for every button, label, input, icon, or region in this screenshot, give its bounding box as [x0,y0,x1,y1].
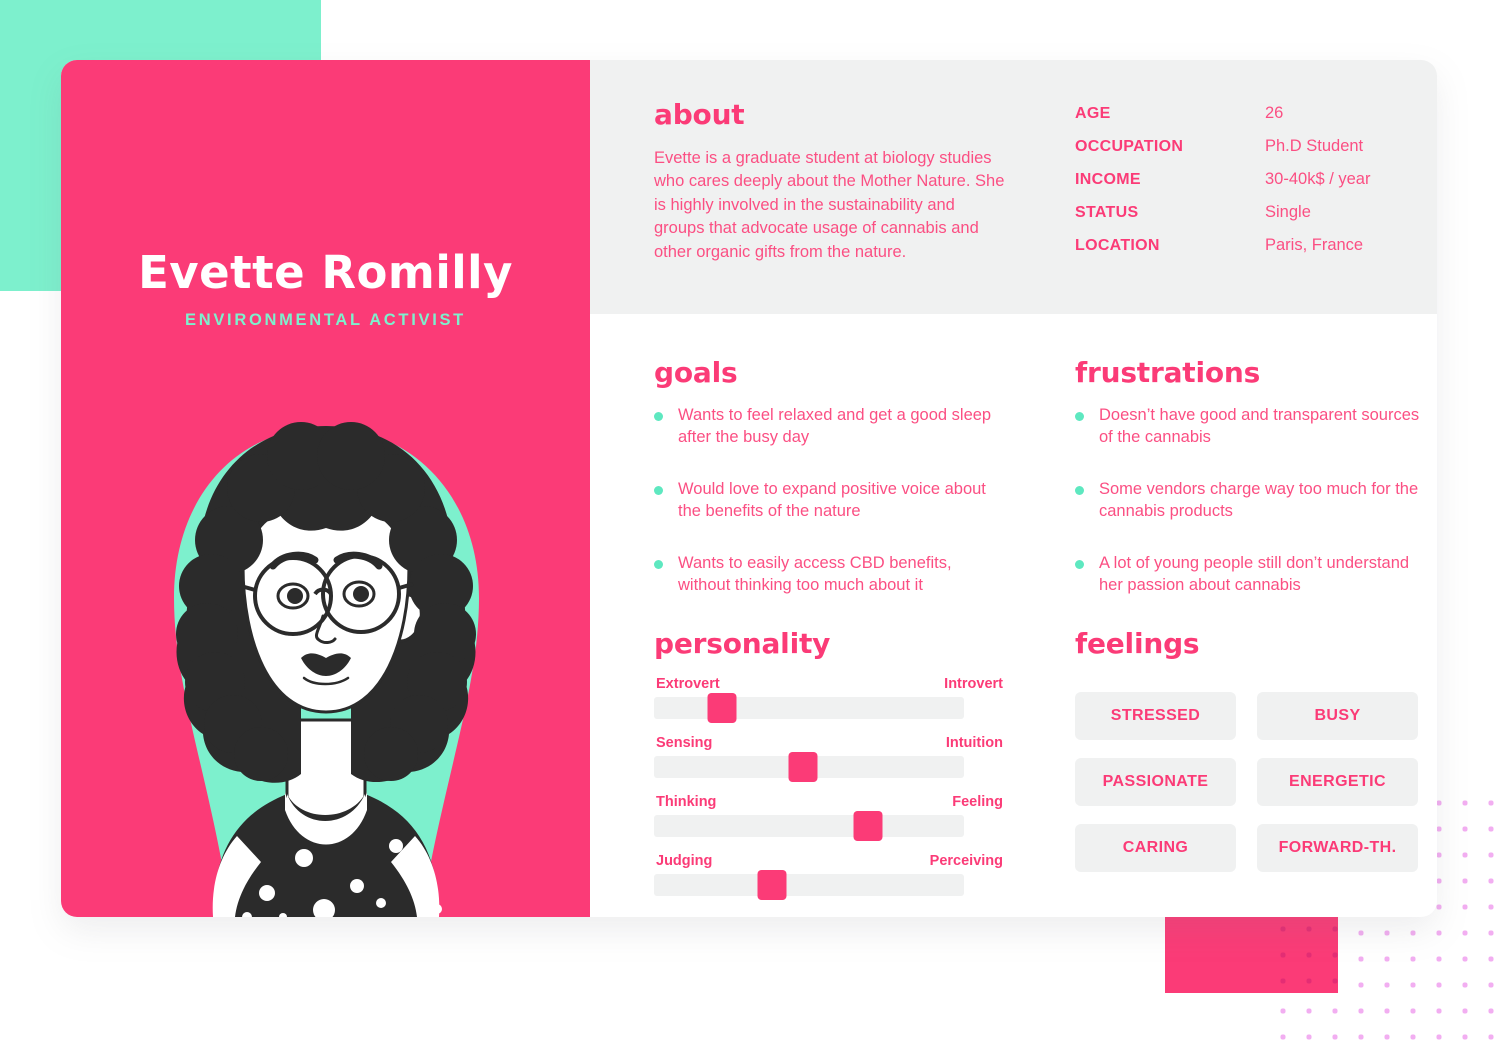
feeling-chip-busy[interactable]: BUSY [1257,691,1418,740]
slider-label-right: Intuition [945,734,1003,751]
slider-handle[interactable] [788,751,818,782]
slider-track[interactable] [654,869,964,900]
goals-list: Wants to feel relaxed and get a good sle… [654,405,1005,597]
slider-labels: Judging Perceiving [654,853,1005,869]
bullet-dot-icon [1075,485,1084,495]
demographic-label-status: STATUS [1075,204,1139,221]
slider-handle[interactable] [853,810,883,841]
feeling-chip-passionate[interactable]: PASSIONATE [1075,757,1236,806]
slider-handle[interactable] [707,692,737,723]
list-item: Doesn’t have good and transparent source… [1075,405,1437,449]
feeling-chip-forward-th[interactable]: FORWARD-TH. [1257,823,1418,872]
list-item: Some vendors charge way too much for the… [1075,479,1437,523]
persona-name: Evette Romilly [138,246,513,299]
list-item: Wants to feel relaxed and get a good sle… [654,405,1005,449]
decor-dot-pattern-overlay [1268,914,1338,993]
slider-track[interactable] [654,692,964,723]
goal-text: Wants to feel relaxed and get a good sle… [678,406,992,446]
frustrations-title: frustrations [1075,356,1261,389]
about-title: about [654,98,745,131]
goal-text: Would love to expand positive voice abou… [678,479,986,520]
slider-labels: Thinking Feeling [654,794,1005,810]
personality-slider-thinking-feeling: Thinking Feeling [654,794,1005,841]
slider-track[interactable] [654,810,964,841]
slider-label-left: Thinking [656,793,717,810]
demographic-label-age: AGE [1075,105,1111,122]
demographic-row: STATUS Single [1075,203,1437,222]
demographic-value-location: Paris, France [1265,236,1364,254]
slider-label-right: Introvert [944,675,1003,692]
demographics-section: AGE 26 OCCUPATION Ph.D Student INCOME 30… [1005,98,1437,314]
list-item: Wants to easily access CBD benefits, wit… [654,553,1005,597]
frustration-text: Some vendors charge way too much for the… [1099,479,1419,520]
feeling-chip-caring[interactable]: CARING [1075,823,1236,872]
demographic-label-occupation: OCCUPATION [1075,138,1184,155]
feeling-chip-energetic[interactable]: ENERGETIC [1257,757,1418,806]
list-item: Would love to expand positive voice abou… [654,479,1005,523]
persona-portrait-illustration [174,422,479,917]
slider-labels: Sensing Intuition [654,735,1005,751]
demographic-value-occupation: Ph.D Student [1265,137,1364,155]
slider-label-right: Feeling [952,793,1003,810]
demographic-label-income: INCOME [1075,171,1141,188]
demographic-value-status: Single [1265,203,1311,221]
personality-slider-judging-perceiving: Judging Perceiving [654,853,1005,900]
feelings-chip-group: STRESSED BUSY PASSIONATE ENERGETIC CARIN… [1075,691,1437,872]
frustration-text: Doesn’t have good and transparent source… [1099,406,1420,446]
list-item: A lot of young people still don’t unders… [1075,553,1437,597]
goals-title: goals [654,356,738,389]
persona-details-panel: about Evette is a graduate student at bi… [590,60,1437,917]
demographic-row: AGE 26 [1075,104,1437,123]
personality-title: personality [654,626,831,660]
personality-slider-sensing-intuition: Sensing Intuition [654,735,1005,782]
personality-sliders: Extrovert Introvert Sensing Intuition Th… [654,676,1005,900]
bullet-dot-icon [1075,412,1084,421]
slider-label-left: Sensing [656,734,713,751]
identity-block: Evette Romilly ENVIRONMENTAL ACTIVIST [61,250,590,330]
demographic-row: INCOME 30-40k$ / year [1075,170,1437,189]
persona-card: Evette Romilly ENVIRONMENTAL ACTIVIST ab… [61,60,1437,917]
personality-slider-extrovert-introvert: Extrovert Introvert [654,676,1005,723]
slider-labels: Extrovert Introvert [654,676,1005,692]
feeling-chip-stressed[interactable]: STRESSED [1075,691,1236,740]
slider-label-left: Extrovert [656,675,720,692]
about-band: about Evette is a graduate student at bi… [590,60,1437,314]
bullet-dot-icon [654,412,663,421]
bullet-dot-icon [654,485,663,495]
about-section: about Evette is a graduate student at bi… [590,98,1005,314]
frustrations-list: Doesn’t have good and transparent source… [1075,405,1437,597]
slider-handle[interactable] [757,869,787,900]
bullet-dot-icon [1075,559,1084,569]
goals-and-personality-column: goals Wants to feel relaxed and get a go… [590,356,1005,917]
slider-label-right: Perceiving [929,852,1003,869]
persona-identity-panel: Evette Romilly ENVIRONMENTAL ACTIVIST [61,60,590,917]
about-text: Evette is a graduate student at biology … [654,149,1005,261]
feelings-title: feelings [1075,626,1200,660]
demographic-label-location: LOCATION [1075,237,1160,254]
lower-band: goals Wants to feel relaxed and get a go… [590,314,1437,917]
goal-text: Wants to easily access CBD benefits, wit… [678,553,952,594]
demographic-value-income: 30-40k$ / year [1265,170,1371,188]
frustrations-and-feelings-column: frustrations Doesn’t have good and trans… [1005,356,1437,917]
bullet-dot-icon [654,559,663,569]
persona-role: ENVIRONMENTAL ACTIVIST [185,311,466,329]
demographic-row: LOCATION Paris, France [1075,236,1437,255]
demographic-value-age: 26 [1265,104,1284,122]
demographic-row: OCCUPATION Ph.D Student [1075,137,1437,156]
frustration-text: A lot of young people still don’t unders… [1099,553,1410,594]
slider-track[interactable] [654,751,964,782]
slider-label-left: Judging [656,852,713,869]
